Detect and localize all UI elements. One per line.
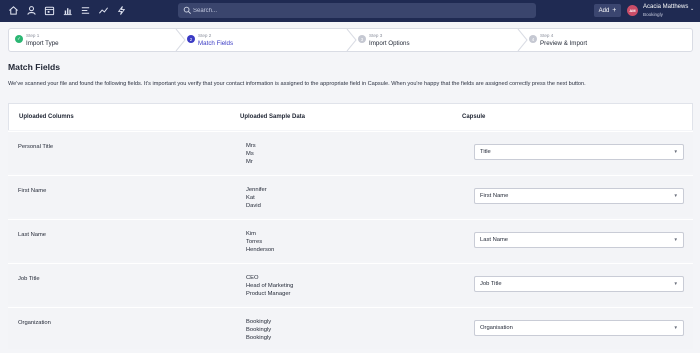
uploaded-column-name: Job Title	[18, 276, 40, 282]
sample-value: CEO	[246, 275, 259, 281]
sample-data-list: CEO Head of Marketing Product Manager	[246, 275, 293, 298]
step-number: Step 1	[26, 33, 40, 38]
uploaded-column-name: First Name	[18, 188, 47, 194]
top-navigation-bar: Add + AM Acacia Matthews Bookingly ⌄	[0, 0, 700, 22]
plus-icon: +	[612, 7, 617, 14]
bar-chart-icon[interactable]	[62, 5, 73, 16]
step-separator	[175, 29, 187, 51]
sample-value: Kat	[246, 194, 255, 201]
search-icon	[183, 6, 192, 15]
uploaded-column-name: Organization	[18, 320, 51, 326]
chevron-down-icon: ▼	[673, 193, 678, 198]
capsule-field-select[interactable]: Last Name ▼	[474, 232, 684, 248]
chevron-down-icon: ▼	[673, 237, 678, 242]
add-button[interactable]: Add +	[594, 4, 621, 17]
step-number: Step 2	[198, 33, 212, 38]
person-icon[interactable]	[26, 5, 37, 16]
table-row: Last Name Kim Torres Henderson Last Name…	[8, 219, 693, 261]
lightning-icon[interactable]	[116, 5, 127, 16]
calendar-icon[interactable]	[44, 5, 55, 16]
uploaded-column-name: Personal Title	[18, 144, 54, 150]
chevron-down-icon: ▼	[673, 281, 678, 286]
import-stepper: ✓ Step 1 Import Type 2 Step 2 Match Fiel…	[8, 28, 693, 52]
capsule-field-select[interactable]: Organisation ▼	[474, 320, 684, 336]
select-value: Last Name	[480, 237, 509, 243]
sample-value: Jennifer	[246, 187, 267, 193]
step-match-fields[interactable]: 2 Step 2 Match Fields	[187, 29, 347, 51]
list-icon[interactable]	[80, 5, 91, 16]
chevron-down-icon: ▼	[673, 149, 678, 154]
capsule-field-select[interactable]: Job Title ▼	[474, 276, 684, 292]
step-title: Preview & Import	[540, 40, 588, 47]
checkmark-icon: ✓	[15, 35, 23, 43]
step-number: Step 4	[540, 33, 554, 38]
trend-line-icon[interactable]	[98, 5, 109, 16]
sample-value: Mr	[246, 158, 253, 165]
step-import-options[interactable]: 3 Step 3 Import Options	[358, 29, 518, 51]
add-button-label: Add	[598, 7, 610, 14]
select-value: First Name	[480, 193, 509, 199]
sample-value: Bookingly	[246, 334, 272, 341]
chevron-down-icon[interactable]: ⌄	[690, 6, 694, 12]
step-title: Match Fields	[198, 40, 234, 47]
step-separator	[517, 29, 529, 51]
sample-data-list: Jennifer Kat David	[246, 187, 267, 210]
sample-value: Mrs	[246, 143, 256, 149]
step-circle: 4	[529, 35, 537, 43]
table-row: First Name Jennifer Kat David First Name…	[8, 175, 693, 217]
capsule-field-select[interactable]: First Name ▼	[474, 188, 684, 204]
search-input[interactable]	[193, 5, 523, 16]
step-title: Import Type	[26, 40, 59, 47]
user-organization: Bookingly	[643, 12, 663, 17]
sample-data-list: Mrs Ms Mr	[246, 143, 256, 166]
step-number: Step 3	[369, 33, 383, 38]
step-import-type[interactable]: ✓ Step 1 Import Type	[15, 29, 175, 51]
intro-text: We've scanned your file and found the fo…	[8, 81, 586, 87]
sample-value: Bookingly	[246, 319, 272, 325]
sample-value: Henderson	[246, 246, 275, 253]
select-value: Job Title	[480, 281, 502, 287]
column-header-uploaded-columns: Uploaded Columns	[19, 114, 74, 120]
sample-data-list: Kim Torres Henderson	[246, 231, 274, 254]
sample-value: Torres	[246, 238, 263, 245]
capsule-field-select[interactable]: Title ▼	[474, 144, 684, 160]
chevron-down-icon: ▼	[673, 325, 678, 330]
sample-value: Ms	[246, 150, 254, 157]
step-preview-import[interactable]: 4 Step 4 Preview & Import	[529, 29, 689, 51]
sample-value: Product Manager	[246, 290, 291, 297]
step-circle: 3	[358, 35, 366, 43]
page-title: Match Fields	[8, 62, 61, 72]
table-row: Organization Bookingly Bookingly Booking…	[8, 307, 693, 349]
sample-value: Kim	[246, 231, 256, 237]
search-bar[interactable]	[178, 3, 536, 18]
select-value: Title	[480, 149, 491, 155]
table-row: Personal Title Mrs Ms Mr Title ▼	[8, 131, 693, 173]
sample-value: Bookingly	[246, 326, 272, 333]
user-name[interactable]: Acacia Matthews	[643, 4, 688, 10]
uploaded-column-name: Last Name	[18, 232, 47, 238]
home-icon[interactable]	[8, 5, 19, 16]
select-value: Organisation	[480, 325, 513, 331]
avatar[interactable]: AM	[627, 5, 638, 16]
column-header-sample-data: Uploaded Sample Data	[240, 114, 306, 120]
step-title: Import Options	[369, 40, 410, 47]
table-row: Job Title CEO Head of Marketing Product …	[8, 263, 693, 305]
sample-value: David	[246, 202, 261, 209]
table-header: Uploaded Columns Uploaded Sample Data Ca…	[8, 103, 693, 130]
step-circle: 2	[187, 35, 195, 43]
sample-data-list: Bookingly Bookingly Bookingly	[246, 319, 271, 342]
column-header-capsule: Capsule	[462, 114, 486, 120]
sample-value: Head of Marketing	[246, 282, 294, 289]
step-separator	[346, 29, 358, 51]
